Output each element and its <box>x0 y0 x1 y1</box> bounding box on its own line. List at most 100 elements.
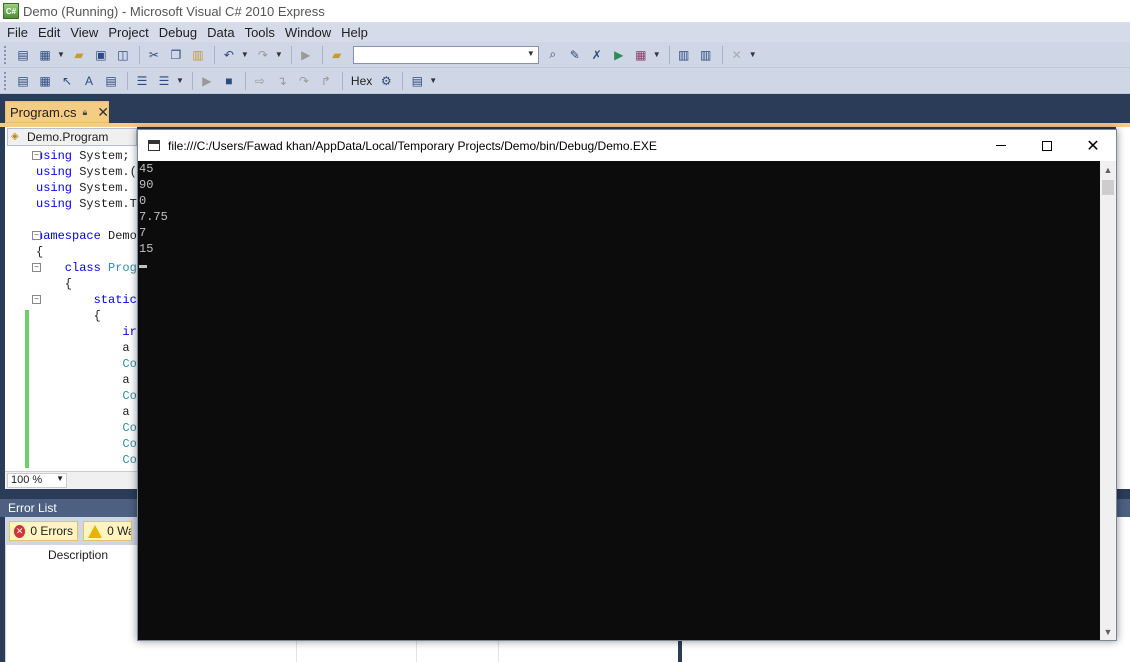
complete-word-icon[interactable]: A <box>79 71 99 91</box>
error-list-title[interactable]: Error List <box>0 499 137 517</box>
find-combo[interactable]: ▼ <box>352 45 539 64</box>
chevron-down-icon[interactable]: ▼ <box>57 50 65 59</box>
menu-window[interactable]: Window <box>280 25 336 40</box>
chevron-down-icon[interactable]: ▼ <box>241 50 249 59</box>
find-in-files-icon[interactable]: ▰ <box>327 45 347 65</box>
code-line[interactable]: { <box>36 308 101 324</box>
type-navigation-dropdown[interactable]: ◈ Demo.Program <box>7 128 137 146</box>
console-scrollbar[interactable]: ▲ ▼ <box>1100 161 1116 640</box>
toolbar-grip[interactable] <box>4 71 7 90</box>
code-line[interactable]: using System.T <box>36 196 137 212</box>
code-area[interactable]: using System; − using System.(using System… <box>8 148 137 468</box>
code-line[interactable]: Co <box>36 356 136 372</box>
code-line[interactable]: namespace Demo <box>36 228 137 244</box>
code-line[interactable]: Co <box>36 388 136 404</box>
menu-tools[interactable]: Tools <box>240 25 280 40</box>
tab-program-cs[interactable]: Program.cs 🔒︎ ✕ <box>5 101 109 123</box>
collapse-icon[interactable]: − <box>32 295 41 304</box>
code-line[interactable]: { <box>36 244 43 260</box>
code-line[interactable]: { <box>36 276 72 292</box>
cut-icon[interactable]: ✂ <box>144 45 164 65</box>
collapse-icon[interactable]: − <box>32 231 41 240</box>
chevron-down-icon[interactable]: ▼ <box>176 76 184 85</box>
start-debugging-icon[interactable]: ▶ <box>296 45 316 65</box>
windows-icon[interactable]: ▤ <box>407 71 427 91</box>
copy-icon[interactable]: ❐ <box>166 45 186 65</box>
chevron-down-icon[interactable]: ▼ <box>749 50 757 59</box>
collapse-icon[interactable]: − <box>32 151 41 160</box>
step-over-icon[interactable]: ↷ <box>294 71 314 91</box>
menu-data[interactable]: Data <box>202 25 239 40</box>
menu-debug[interactable]: Debug <box>154 25 202 40</box>
code-line[interactable]: ir <box>36 324 136 340</box>
chevron-down-icon[interactable]: ▼ <box>429 76 437 85</box>
outdent-icon[interactable]: ▤ <box>101 71 121 91</box>
panel-splitter[interactable] <box>678 640 682 662</box>
find-icon[interactable]: ⌕ <box>543 45 563 65</box>
new-project-icon[interactable]: ▤ <box>13 45 33 65</box>
uncomment-icon[interactable]: ☰ <box>154 71 174 91</box>
minimize-button[interactable] <box>978 130 1024 161</box>
layout-alt-icon[interactable]: ▥ <box>696 45 716 65</box>
code-line[interactable]: a <box>36 404 129 420</box>
step-out-icon[interactable]: ↱ <box>316 71 336 91</box>
collapse-icon[interactable]: − <box>32 263 41 272</box>
quick-info-icon[interactable]: ↖ <box>57 71 77 91</box>
warnings-filter-button[interactable]: 0 Wa <box>83 521 132 541</box>
lock-icon[interactable]: 🔒︎ <box>82 107 87 118</box>
code-line[interactable]: static <box>36 292 137 308</box>
scroll-up-icon[interactable]: ▲ <box>1100 161 1116 178</box>
errors-filter-button[interactable]: ✕ 0 Errors <box>9 521 79 541</box>
scroll-down-icon[interactable]: ▼ <box>1100 623 1116 640</box>
menu-help[interactable]: Help <box>336 25 373 40</box>
code-line[interactable]: Co <box>36 436 136 452</box>
close-icon[interactable]: ✕ <box>97 104 109 121</box>
menu-view[interactable]: View <box>65 25 103 40</box>
paste-icon[interactable]: ▥ <box>188 45 208 65</box>
menu-file[interactable]: File <box>2 25 33 40</box>
toolbar-grip[interactable] <box>4 45 7 64</box>
chevron-down-icon[interactable]: ▼ <box>527 49 535 58</box>
code-line[interactable]: a <box>36 340 129 356</box>
object-browser-icon[interactable]: ▶ <box>609 45 629 65</box>
continue-icon[interactable]: ▶ <box>197 71 217 91</box>
stop-debugging-icon[interactable]: ■ <box>219 71 239 91</box>
breakpoints-icon[interactable]: ⚙ <box>376 71 396 91</box>
hex-button[interactable]: Hex <box>347 74 376 88</box>
code-line[interactable]: Co <box>36 420 136 436</box>
show-next-statement-icon[interactable]: ⇨ <box>250 71 270 91</box>
scrollbar-thumb[interactable] <box>1102 180 1114 195</box>
layout-icon[interactable]: ▥ <box>674 45 694 65</box>
console-window[interactable]: file:///C:/Users/Fawad khan/AppData/Loca… <box>137 129 1117 641</box>
toolbox-icon[interactable]: ▦ <box>631 45 651 65</box>
comment-icon[interactable]: ☰ <box>132 71 152 91</box>
code-line[interactable]: Co <box>36 452 136 468</box>
code-line[interactable]: class Prog <box>36 260 137 276</box>
console-title-bar[interactable]: file:///C:/Users/Fawad khan/AppData/Loca… <box>138 130 1116 161</box>
delete-icon[interactable]: ✕ <box>727 45 747 65</box>
add-item-icon[interactable]: ▦ <box>35 45 55 65</box>
code-line[interactable]: using System.( <box>36 164 137 180</box>
close-button[interactable]: ✕ <box>1070 130 1116 161</box>
parameter-info-icon[interactable]: ▦ <box>35 71 55 91</box>
code-line[interactable]: using System. <box>36 180 130 196</box>
save-icon[interactable]: ▣ <box>91 45 111 65</box>
save-all-icon[interactable]: ◫ <box>113 45 133 65</box>
step-into-icon[interactable]: ↴ <box>272 71 292 91</box>
redo-icon[interactable]: ↷ <box>253 45 273 65</box>
menu-project[interactable]: Project <box>103 25 153 40</box>
chevron-down-icon[interactable]: ▼ <box>275 50 283 59</box>
chevron-down-icon[interactable]: ▼ <box>653 50 661 59</box>
list-members-icon[interactable]: ▤ <box>13 71 33 91</box>
zoom-combo[interactable]: 100 % ▼ <box>7 473 67 488</box>
menu-edit[interactable]: Edit <box>33 25 65 40</box>
description-column-header[interactable]: Description <box>48 548 108 562</box>
tools-icon[interactable]: ✗ <box>587 45 607 65</box>
chevron-down-icon[interactable]: ▼ <box>56 474 64 483</box>
code-line[interactable]: a <box>36 372 129 388</box>
open-file-icon[interactable]: ▰ <box>69 45 89 65</box>
maximize-button[interactable] <box>1024 130 1070 161</box>
code-line[interactable]: using System; <box>36 148 130 164</box>
undo-icon[interactable]: ↶ <box>219 45 239 65</box>
console-output[interactable]: 45 90 0 7.75 7 15 <box>138 161 1100 640</box>
